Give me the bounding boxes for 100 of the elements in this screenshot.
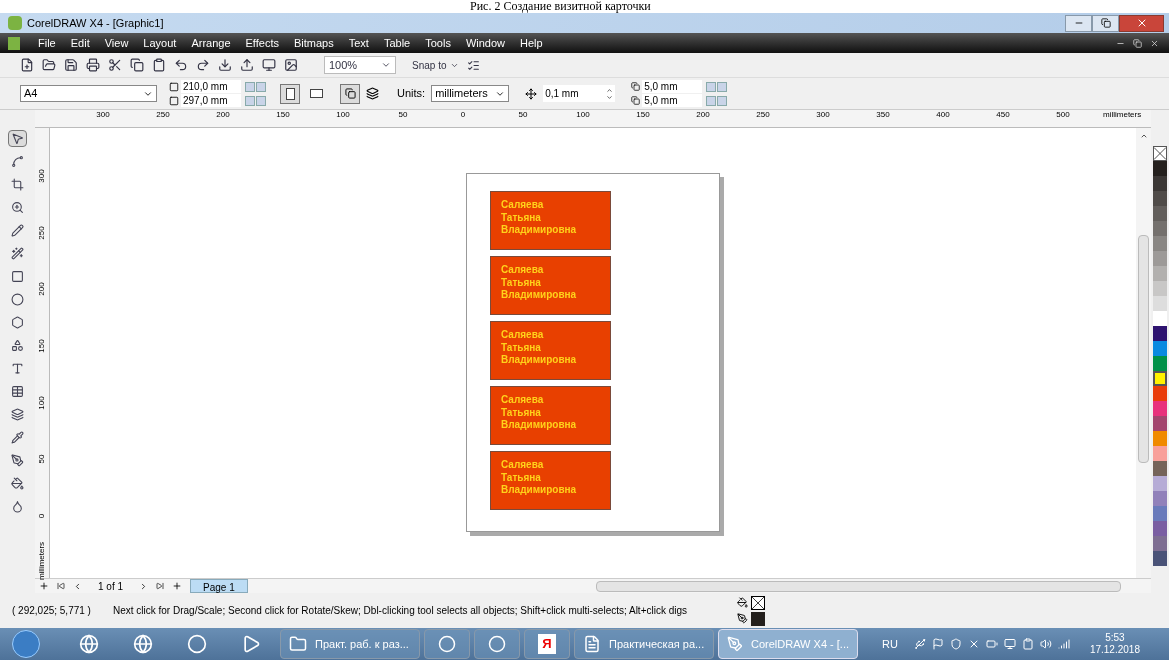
color-swatch[interactable] (1153, 311, 1167, 326)
wand-icon[interactable] (8, 245, 27, 262)
menu-item[interactable]: Edit (70, 34, 90, 52)
flag-icon[interactable] (931, 638, 944, 650)
offset-field[interactable]: 5,0 mm (642, 80, 703, 93)
menu-item[interactable]: File (38, 34, 56, 52)
all-pages-button[interactable] (340, 83, 360, 104)
offset-field[interactable]: 5,0 mm (642, 94, 703, 107)
menu-item[interactable]: Arrange (191, 34, 231, 52)
size-field[interactable]: 210,0 mm (181, 80, 241, 93)
taskbar-button[interactable]: Я (524, 629, 570, 659)
color-swatch[interactable] (1153, 521, 1167, 536)
menu-item[interactable]: Bitmaps (293, 34, 334, 52)
color-swatch[interactable] (1153, 386, 1167, 401)
taskbar-button[interactable]: Практическая ра... (574, 629, 714, 659)
restore-button[interactable] (1092, 14, 1119, 32)
globe-icon[interactable] (79, 634, 99, 654)
portrait-button[interactable] (280, 83, 300, 104)
snap-to-button[interactable]: Snap to (412, 57, 460, 73)
color-swatch[interactable] (1153, 536, 1167, 551)
color-swatch[interactable] (1153, 416, 1167, 431)
color-swatch[interactable] (1153, 401, 1167, 416)
picture-icon[interactable] (284, 58, 298, 72)
pointer-icon[interactable] (8, 130, 27, 147)
taskbar-button[interactable] (424, 629, 470, 659)
page-tab[interactable]: Page 1 (190, 579, 248, 593)
layers-icon[interactable] (8, 406, 27, 423)
language-indicator[interactable]: RU (882, 635, 898, 653)
clipboard-icon[interactable] (1021, 638, 1034, 650)
color-swatch[interactable] (1153, 176, 1167, 191)
start-button[interactable] (12, 630, 40, 658)
color-swatch[interactable] (1153, 266, 1167, 281)
usb-icon[interactable] (913, 638, 926, 650)
close-button[interactable] (1119, 14, 1164, 32)
minimize-button[interactable] (1065, 14, 1092, 32)
ellipse-icon[interactable] (8, 291, 27, 308)
undo-icon[interactable] (174, 58, 188, 72)
print-icon[interactable] (86, 58, 100, 72)
new-file-icon[interactable] (20, 58, 34, 72)
copy-icon[interactable] (130, 58, 144, 72)
color-swatch[interactable] (1153, 281, 1167, 296)
taskbar-button[interactable]: Практ. раб. к раз... (280, 629, 420, 659)
color-swatch[interactable] (1153, 221, 1167, 236)
color-swatch[interactable] (1153, 341, 1167, 356)
last-page-icon[interactable] (156, 582, 165, 590)
color-swatch[interactable] (1153, 161, 1167, 176)
color-swatch[interactable] (1153, 236, 1167, 251)
menu-item[interactable]: Help (520, 34, 543, 52)
play-icon[interactable] (241, 634, 261, 654)
pencil-icon[interactable] (8, 222, 27, 239)
size-field[interactable]: 297,0 mm (181, 94, 241, 107)
color-swatch[interactable] (1153, 371, 1167, 386)
menu-item[interactable]: Layout (143, 34, 177, 52)
color-swatch[interactable] (1153, 326, 1167, 341)
color-swatch[interactable] (1153, 506, 1167, 521)
save-icon[interactable] (64, 58, 78, 72)
menu-item[interactable]: Text (348, 34, 369, 52)
color-swatch[interactable] (1153, 461, 1167, 476)
open-folder-icon[interactable] (42, 58, 56, 72)
import-icon[interactable] (218, 58, 232, 72)
export-icon[interactable] (240, 58, 254, 72)
color-swatch[interactable] (1153, 206, 1167, 221)
menu-item[interactable]: Tools (425, 34, 451, 52)
zoom-dropdown[interactable]: 100% (324, 56, 396, 74)
first-page-icon[interactable] (57, 582, 65, 590)
monitor-icon[interactable] (262, 58, 276, 72)
globe-icon[interactable] (133, 634, 153, 654)
color-swatch[interactable] (1153, 191, 1167, 206)
paste-icon[interactable] (152, 58, 166, 72)
color-swatch[interactable] (1153, 431, 1167, 446)
paper-size-dropdown[interactable]: A4 (20, 85, 157, 102)
restore-icon[interactable] (1133, 38, 1142, 48)
current-page-icon[interactable] (366, 87, 379, 100)
redo-icon[interactable] (196, 58, 210, 72)
color-swatch[interactable] (1153, 491, 1167, 506)
units-dropdown[interactable]: millimeters (431, 85, 510, 102)
circle-icon[interactable] (187, 634, 207, 654)
cut-icon[interactable] (108, 58, 122, 72)
menu-item[interactable]: Effects (245, 34, 279, 52)
menu-item[interactable]: Window (465, 34, 505, 52)
color-swatch[interactable] (1153, 446, 1167, 461)
color-swatch[interactable] (1153, 476, 1167, 491)
previous-page-icon[interactable] (73, 581, 82, 591)
battery-icon[interactable] (985, 638, 998, 650)
color-swatch[interactable] (1153, 551, 1167, 566)
color-swatch[interactable] (1153, 251, 1167, 266)
nudge-field[interactable]: 0,1 mm (543, 85, 616, 102)
add-page-icon[interactable] (39, 581, 49, 591)
speaker-icon[interactable] (1039, 638, 1052, 650)
menu-item[interactable]: Table (383, 34, 411, 52)
add-page-icon[interactable] (172, 581, 183, 591)
color-swatch[interactable] (1153, 356, 1167, 371)
color-swatch[interactable] (1153, 296, 1167, 311)
checklist-icon[interactable] (467, 58, 481, 72)
no-color-swatch[interactable] (1153, 146, 1167, 161)
vertical-scrollbar[interactable] (1136, 128, 1151, 578)
menu-item[interactable]: View (104, 34, 129, 52)
taskbar-button[interactable] (474, 629, 520, 659)
close-icon[interactable] (1150, 38, 1159, 48)
horizontal-scrollbar[interactable] (595, 580, 1121, 592)
